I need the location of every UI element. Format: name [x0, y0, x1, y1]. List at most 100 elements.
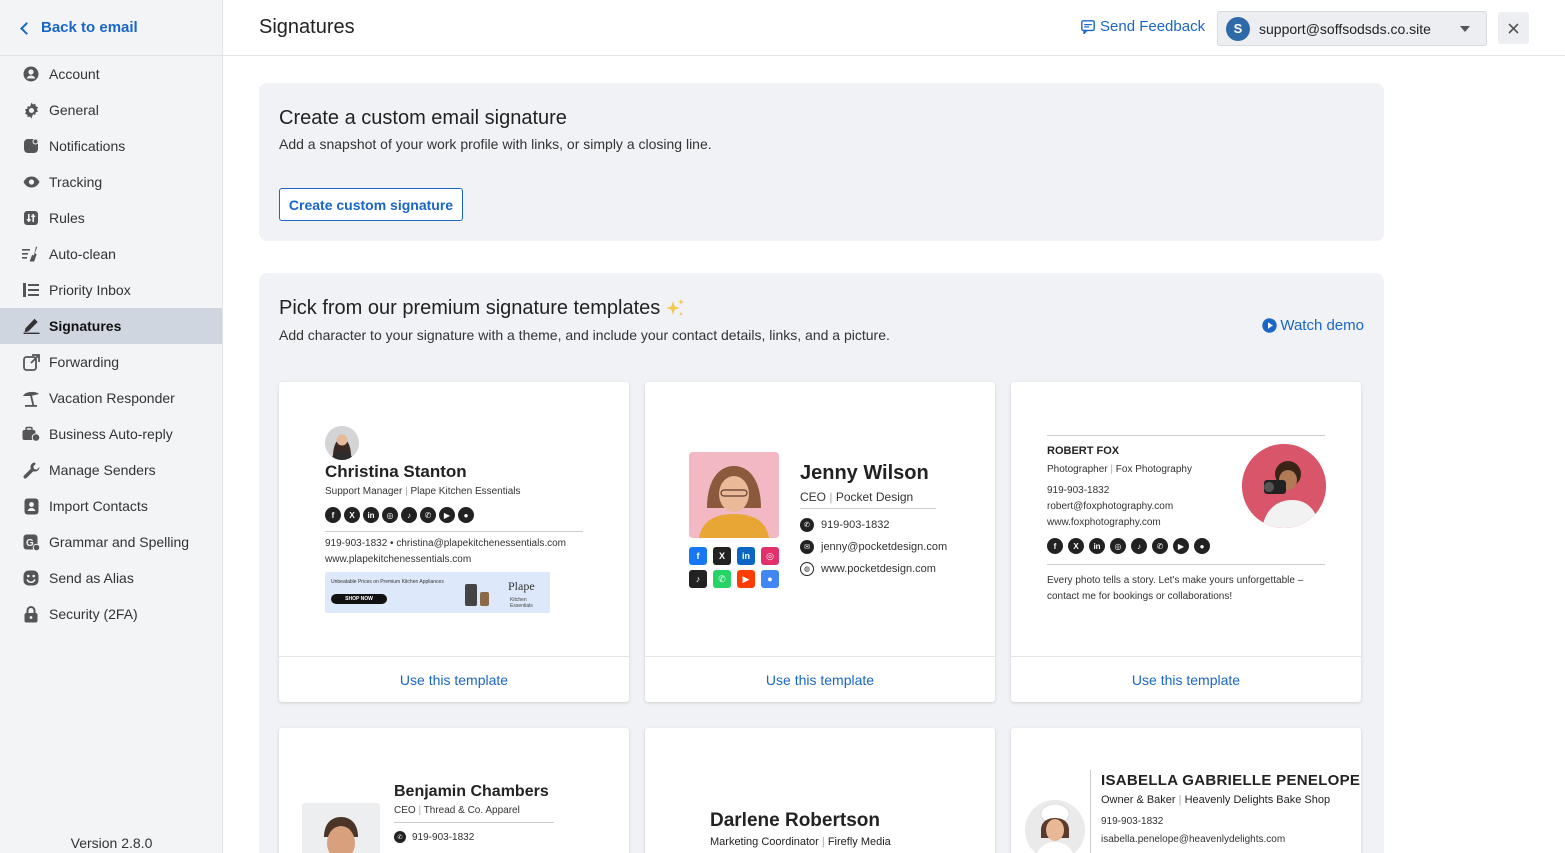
feedback-icon: [1081, 19, 1095, 34]
signature-role: Owner & Baker: [1101, 794, 1176, 806]
sidebar-item-label: Grammar and Spelling: [49, 534, 190, 550]
sidebar-item-label: Send as Alias: [49, 570, 134, 586]
signature-company: Fox Photography: [1115, 464, 1192, 475]
sidebar-item-send-as-alias[interactable]: Send as Alias: [0, 560, 222, 596]
page-header: Signatures Send Feedback S support@soffs…: [223, 0, 1565, 56]
phone-icon: ✆: [800, 518, 814, 532]
signature-role-line: CEO | Thread & Co. Apparel: [394, 805, 520, 816]
phone-icon: ✆: [394, 831, 406, 843]
signature-role: CEO: [800, 490, 827, 504]
page-title: Signatures: [259, 16, 355, 38]
profile-photo: [1242, 444, 1326, 528]
x-icon: X: [713, 547, 731, 565]
create-custom-signature-button[interactable]: Create custom signature: [279, 188, 463, 221]
template-card-benjamin[interactable]: Benjamin Chambers CEO | Thread & Co. App…: [279, 728, 629, 853]
sidebar-item-business-auto-reply[interactable]: Business Auto-reply: [0, 416, 222, 452]
briefcase-icon: [22, 425, 40, 443]
tiktok-icon: ♪: [689, 570, 707, 588]
signature-name: Christina Stanton: [325, 462, 467, 481]
sidebar-item-signatures[interactable]: Signatures: [0, 308, 222, 344]
user-circle-icon: [22, 65, 40, 83]
sidebar-item-general[interactable]: General: [0, 92, 222, 128]
signature-phone-row: ✆ 919-903-1832: [394, 831, 474, 843]
sidebar-item-label: Signatures: [49, 318, 122, 334]
appliance-icon: [480, 592, 489, 606]
signature-phone: 919-903-1832: [1047, 485, 1110, 496]
signature-role: CEO: [394, 805, 416, 816]
sidebar-item-import-contacts[interactable]: Import Contacts: [0, 488, 222, 524]
sidebar-item-security-2fa[interactable]: Security (2FA): [0, 596, 222, 632]
banner-brand-sub: Kitchen Essentials: [510, 597, 533, 609]
caret-down-icon: [1460, 26, 1470, 32]
signature-name: ROBERT FOX: [1047, 445, 1120, 457]
send-feedback-label: Send Feedback: [1100, 18, 1206, 35]
banner-brand: Plape: [508, 579, 535, 593]
facebook-icon: f: [689, 547, 707, 565]
sidebar-item-label: Auto-clean: [49, 246, 116, 262]
signature-email: jenny@pocketdesign.com: [821, 541, 948, 553]
signature-company: Plape Kitchen Essentials: [410, 486, 521, 497]
signature-role-line: CEO | Pocket Design: [800, 490, 914, 504]
template-card-jenny[interactable]: f X in ◎ ♪ ✆ ▶ ● Jenny Wilson CEO | Pock…: [645, 382, 995, 702]
vertical-divider: [1090, 770, 1091, 853]
use-template-button[interactable]: Use this template: [279, 656, 629, 702]
close-button[interactable]: [1498, 12, 1529, 44]
send-feedback-link[interactable]: Send Feedback: [1081, 18, 1205, 35]
divider: [325, 531, 583, 532]
signature-role-line: Marketing Coordinator | Firefly Media: [710, 836, 891, 848]
sidebar-item-forwarding[interactable]: Forwarding: [0, 344, 222, 380]
sidebar-item-label: Priority Inbox: [49, 282, 131, 298]
template-card-darlene[interactable]: Darlene Robertson Marketing Coordinator …: [645, 728, 995, 853]
signature-tagline: Every photo tells a story. Let's make yo…: [1047, 575, 1304, 602]
whatsapp-icon: ✆: [1152, 538, 1168, 554]
sidebar-item-grammar-and-spelling[interactable]: G Grammar and Spelling: [0, 524, 222, 560]
account-email: support@soffsodsds.co.site: [1259, 20, 1431, 37]
divider: [394, 822, 554, 823]
instagram-icon: ◎: [761, 547, 779, 565]
template-card-christina[interactable]: Christina Stanton Support Manager | Plap…: [279, 382, 629, 702]
signature-phone: 919-903-1832: [1101, 816, 1164, 827]
template-card-robert[interactable]: ROBERT FOX Photographer | Fox Photograph…: [1011, 382, 1361, 702]
sidebar-item-priority-inbox[interactable]: Priority Inbox: [0, 272, 222, 308]
sidebar-item-label: General: [49, 102, 99, 118]
use-template-button[interactable]: Use this template: [1011, 656, 1361, 702]
sidebar-item-label: Rules: [49, 210, 85, 226]
location-icon: ●: [458, 507, 474, 523]
sidebar-item-manage-senders[interactable]: Manage Senders: [0, 452, 222, 488]
premium-templates-subtitle: Add character to your signature with a t…: [279, 327, 890, 343]
watch-demo-link[interactable]: Watch demo: [1262, 317, 1364, 334]
instagram-icon: ◎: [1110, 538, 1126, 554]
sidebar-item-rules[interactable]: Rules: [0, 200, 222, 236]
whatsapp-icon: ✆: [713, 570, 731, 588]
sidebar-item-label: Import Contacts: [49, 498, 148, 514]
chevron-left-icon: [20, 21, 33, 35]
facebook-icon: f: [325, 507, 341, 523]
use-template-button[interactable]: Use this template: [645, 656, 995, 702]
sidebar-item-tracking[interactable]: Tracking: [0, 164, 222, 200]
sparkle-icon: [666, 298, 685, 316]
divider: [1047, 435, 1325, 436]
signature-email-row: ✉ jenny@pocketdesign.com: [800, 540, 947, 554]
signature-contact-line: 919-903-1832 • christina@plapekitcheness…: [325, 538, 567, 549]
facebook-icon: f: [1047, 538, 1063, 554]
signature-email: robert@foxphotography.com: [1047, 501, 1174, 512]
social-icons-row-2: ♪ ✆ ▶ ●: [689, 570, 779, 588]
sidebar-item-notifications[interactable]: Notifications: [0, 128, 222, 164]
banner-text: Unbeatable Prices on Premium Kitchen App…: [331, 579, 444, 585]
profile-photo: [1025, 800, 1085, 853]
signature-role-line: Photographer | Fox Photography: [1047, 464, 1192, 475]
divider: [800, 508, 936, 509]
signature-name: Benjamin Chambers: [394, 783, 549, 800]
divider: [1047, 564, 1325, 565]
template-card-isabella[interactable]: ISABELLA GABRIELLE PENELOPE Owner & Bake…: [1011, 728, 1361, 853]
sidebar-item-vacation-responder[interactable]: Vacation Responder: [0, 380, 222, 416]
linkedin-icon: in: [1089, 538, 1105, 554]
social-icons: f X in ◎ ♪ ✆ ▶ ●: [325, 507, 474, 523]
account-selector[interactable]: S support@soffsodsds.co.site: [1217, 11, 1487, 46]
sidebar-item-account[interactable]: Account: [0, 56, 222, 92]
back-to-email-link[interactable]: Back to email: [0, 0, 222, 56]
avatar: [325, 426, 359, 460]
sidebar-item-auto-clean[interactable]: Auto-clean: [0, 236, 222, 272]
custom-signature-panel: Create a custom email signature Add a sn…: [259, 83, 1384, 241]
premium-templates-panel: Pick from our premium signature template…: [259, 273, 1384, 853]
